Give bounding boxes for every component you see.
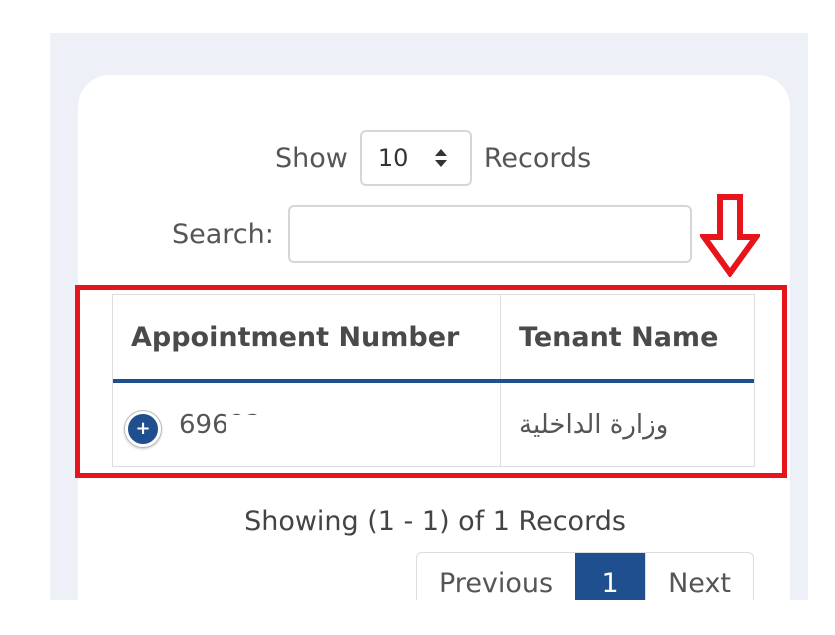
records-summary: Showing (1 - 1) of 1 Records <box>244 506 626 537</box>
records-per-page-value: 10 <box>377 144 409 172</box>
search-bar: Search: <box>172 203 692 265</box>
length-menu: Show 10 Records <box>275 128 591 188</box>
bottom-crop <box>0 600 835 621</box>
show-label: Show <box>275 142 348 174</box>
records-label: Records <box>483 142 592 174</box>
search-input[interactable] <box>287 205 692 263</box>
arrow-down-outline-icon <box>700 194 760 277</box>
search-label: Search: <box>172 218 274 250</box>
records-per-page-select[interactable]: 10 <box>359 130 472 186</box>
sort-updown-icon <box>434 148 448 168</box>
highlight-box <box>75 285 787 478</box>
